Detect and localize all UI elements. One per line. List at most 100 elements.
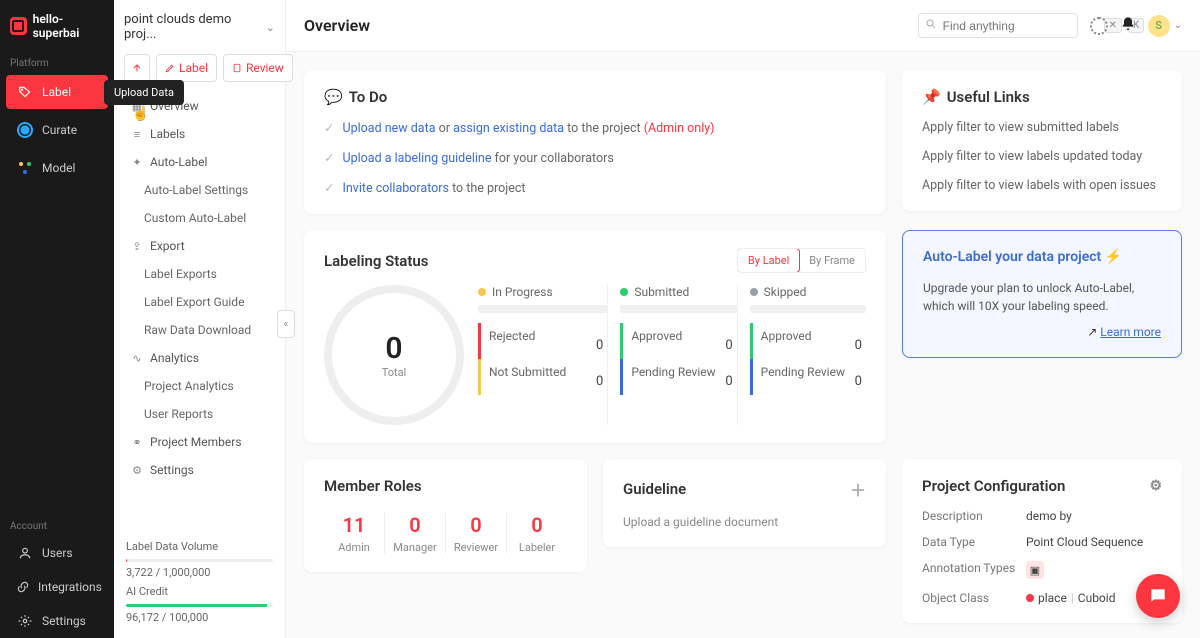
metric-pending-review-2: Pending Review0 [750,359,866,395]
project-selector[interactable]: point clouds demo proj... ⌄ [114,0,285,54]
check-icon: ✓ [324,150,334,166]
learn-more-link[interactable]: Learn more [1100,325,1161,339]
brand-name: hello-superbai [33,12,104,40]
projnav-auto-label-settings[interactable]: Auto-Label Settings [114,176,285,204]
legend-dot-submitted [620,288,628,296]
metric-pending-review: Pending Review0 [620,359,736,395]
chart-icon: ∿ [130,352,144,365]
promo-body: Upgrade your plan to unlock Auto-Label, … [923,279,1161,315]
project-nav: point clouds demo proj... ⌄ ☝ Label Revi… [114,0,286,638]
account-section-label: Account [0,515,114,536]
search-box[interactable]: ✕ K [918,13,1078,38]
useful-link[interactable]: Apply filter to view labels updated toda… [922,149,1162,164]
upload-tooltip: Upload Data [104,80,184,105]
tag-icon [16,83,34,101]
link-upload-guideline[interactable]: Upload a labeling guideline [342,151,491,166]
upload-data-button[interactable] [124,54,150,82]
label-data-volume-bar [126,559,127,562]
cuboid-icon: ▣ [1026,561,1044,579]
user-menu[interactable]: S ⌄ [1148,15,1182,37]
sidebar-item-curate[interactable]: Curate [6,113,108,147]
sidebar-item-label[interactable]: Label [6,75,108,109]
page-title: Overview [304,16,370,35]
projnav-labels[interactable]: ≡Labels [114,120,285,148]
metric-rejected: Rejected0 [478,323,607,359]
avatar: S [1148,15,1170,37]
model-icon [16,159,34,177]
promo-title: Auto-Label your data project ⚡ [923,249,1161,265]
collapse-handle[interactable]: « [277,310,295,338]
projnav-project-members[interactable]: ⚭Project Members [114,428,285,456]
useful-link[interactable]: Apply filter to view submitted labels [922,120,1162,135]
label-button[interactable]: Label [156,54,217,82]
topbar: Overview ✕ K S ⌄ [286,0,1200,52]
projnav-analytics[interactable]: ∿Analytics [114,344,285,372]
check-icon: ✓ [324,120,334,136]
loading-spinner-icon [1090,17,1108,35]
link-upload-new-data[interactable]: Upload new data [342,121,435,136]
export-icon: ⇪ [130,240,144,253]
status-segmented: By Label By Frame [737,248,866,273]
ai-credit-value: 96,172 / 100,000 [126,611,273,624]
review-button[interactable]: Review [223,54,293,82]
link-assign-existing[interactable]: assign existing data [453,121,564,136]
projnav-auto-label[interactable]: ✦Auto-Label [114,148,285,176]
projnav-label-exports[interactable]: Label Exports [114,260,285,288]
projnav-label-export-guide[interactable]: Label Export Guide [114,288,285,316]
minibar [620,305,736,313]
roles-title: Member Roles [324,477,567,495]
add-guideline-button[interactable]: ＋ [850,477,866,501]
metric-not-submitted: Not Submitted0 [478,359,607,395]
sidebar-item-model[interactable]: Model [6,151,108,185]
link-invite-collaborators[interactable]: Invite collaborators [342,181,449,196]
sidebar-item-integrations[interactable]: Integrations [6,570,108,604]
guideline-title: Guideline [623,480,686,498]
projnav-export[interactable]: ⇪Export [114,232,285,260]
projnav-settings[interactable]: ⚙Settings [114,456,285,484]
label-data-volume-value: 3,722 / 1,000,000 [126,566,273,579]
admin-only-badge: (Admin only) [644,121,715,136]
minibar [750,305,866,313]
seg-by-frame[interactable]: By Frame [799,249,865,272]
curate-icon [16,121,34,139]
legend-skipped: Skipped [764,285,807,299]
projnav-project-analytics[interactable]: Project Analytics [114,372,285,400]
projnav-user-reports[interactable]: User Reports [114,400,285,428]
pin-icon: 📌 [922,88,941,106]
role-reviewer: 0Reviewer [445,513,506,554]
useful-link[interactable]: Apply filter to view labels with open is… [922,178,1162,193]
role-manager: 0Manager [384,513,445,554]
config-title: Project Configuration [922,477,1065,495]
member-roles-card: Member Roles 11Admin 0Manager 0Reviewer … [304,459,587,572]
metric-approved-2: Approved0 [750,323,866,359]
platform-section-label: Platform [0,52,114,73]
projnav-custom-auto-label[interactable]: Custom Auto-Label [114,204,285,232]
status-total-label: Total [382,366,407,379]
chat-icon [1148,586,1168,606]
labeling-status-card: Labeling Status By Label By Frame 0 Tota… [304,230,886,443]
chat-fab[interactable] [1136,574,1180,618]
metric-approved: Approved0 [620,323,736,359]
sidebar-item-settings[interactable]: Settings [6,604,108,638]
config-gear-icon[interactable]: ⚙ [1149,478,1162,494]
todo-title: To Do [349,88,388,106]
sidebar-item-users[interactable]: Users [6,536,108,570]
legend-submitted: Submitted [634,285,689,299]
gear-icon [16,612,34,630]
check-icon: ✓ [324,180,334,196]
status-total-value: 0 [385,331,402,366]
projnav-raw-data-download[interactable]: Raw Data Download [114,316,285,344]
gear-icon: ⚙ [130,464,144,477]
role-admin: 11Admin [324,513,384,554]
link-icon [16,578,30,596]
search-input[interactable] [943,19,1098,33]
brand-logo-icon [10,17,27,35]
notifications-icon[interactable] [1120,16,1136,36]
upload-icon [131,62,143,74]
seg-by-label[interactable]: By Label [737,248,800,273]
status-title: Labeling Status [324,252,428,270]
ai-credit-label: AI Credit [126,585,273,598]
brand-row[interactable]: hello-superbai [0,0,114,52]
legend-dot-in-progress [478,288,486,296]
auto-label-promo-card: Auto-Label your data project ⚡ Upgrade y… [902,230,1182,358]
